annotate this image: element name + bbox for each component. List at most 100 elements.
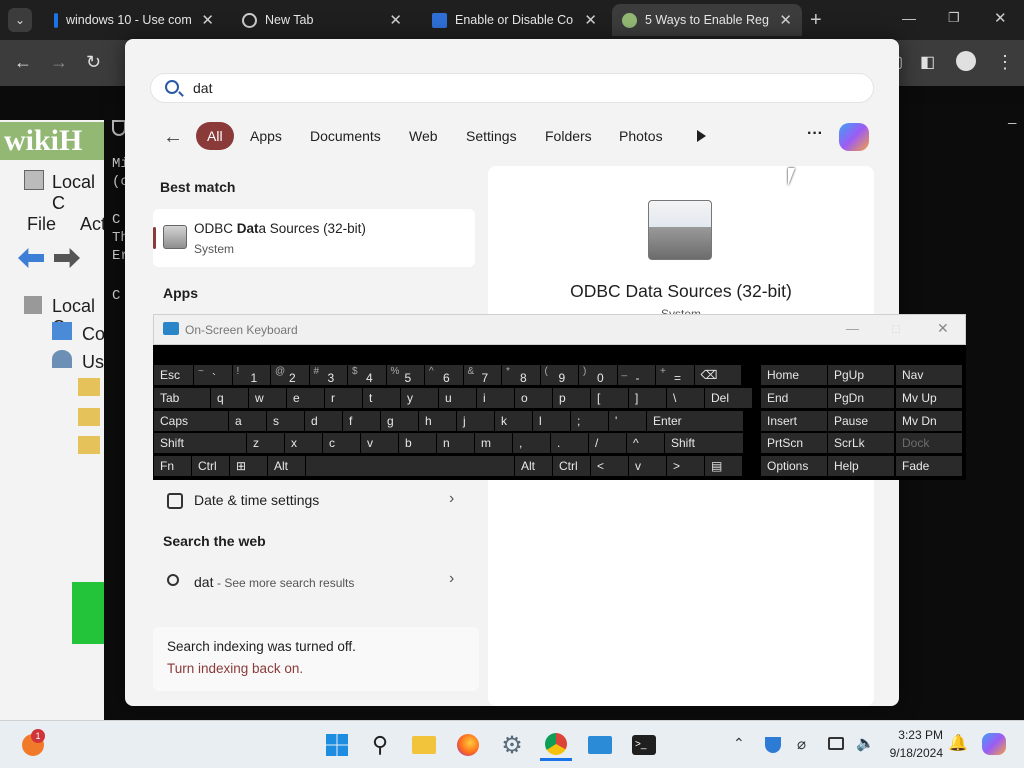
osk-key[interactable]: . — [551, 433, 588, 453]
osk-key[interactable]: _ - — [617, 365, 655, 385]
restore-button[interactable]: ❐ — [948, 10, 960, 26]
osk-key[interactable]: p — [553, 388, 590, 408]
osk-key[interactable]: + = — [656, 365, 694, 385]
osk-key[interactable]: x — [285, 433, 322, 453]
menu-icon[interactable]: ⋮ — [996, 52, 1014, 73]
osk-key[interactable]: e — [287, 388, 324, 408]
osk-nav-key[interactable]: Home — [761, 365, 827, 385]
osk-nav-key[interactable]: Options — [761, 456, 827, 476]
back-icon[interactable]: ← — [14, 52, 32, 73]
settings-gear-icon[interactable]: ⚙ — [496, 729, 528, 761]
back-arrow-icon[interactable] — [18, 248, 44, 268]
osk-nav-key[interactable]: PgDn — [828, 388, 894, 408]
new-tab-button[interactable]: + — [810, 9, 822, 32]
indexing-link[interactable]: Turn indexing back on. — [167, 661, 303, 676]
osk-key[interactable]: g — [381, 411, 418, 431]
osk-key[interactable]: (9 — [540, 365, 578, 385]
osk-key[interactable]: % 5 — [386, 365, 424, 385]
osk-nav-key[interactable]: Help — [828, 456, 894, 476]
filter-apps[interactable]: Apps — [239, 122, 293, 150]
osk-key[interactable]: Shift — [154, 433, 246, 453]
more-options-button[interactable]: ··· — [807, 125, 823, 143]
osk-key[interactable]: Ctrl — [553, 456, 590, 476]
osk-key[interactable]: > — [667, 456, 704, 476]
network-icon[interactable]: ⌀ — [797, 735, 806, 753]
osk-close[interactable]: ✕ — [937, 320, 949, 337]
osk-nav-key[interactable]: Insert — [761, 411, 827, 431]
clock-date[interactable]: 9/18/2024 — [880, 746, 943, 760]
terminal-minimize[interactable]: — — [1008, 116, 1016, 132]
display-icon[interactable] — [828, 737, 844, 750]
search-taskbar-icon[interactable]: ⚲ — [364, 729, 396, 761]
copilot-taskbar-icon[interactable] — [982, 733, 1006, 755]
osk-key[interactable]: c — [323, 433, 360, 453]
osk-key[interactable]: ⊞ — [230, 456, 267, 476]
close-tab-icon[interactable]: ✕ — [201, 11, 214, 29]
osk-nav-key[interactable]: Nav — [896, 365, 962, 385]
osk-key[interactable]: ] — [629, 388, 666, 408]
osk-key[interactable]: Caps — [154, 411, 228, 431]
menu-file[interactable]: File — [27, 214, 56, 235]
osk-key[interactable]: r — [325, 388, 362, 408]
osk-key[interactable]: ! 1 — [232, 365, 270, 385]
filter-documents[interactable]: Documents — [299, 122, 392, 150]
close-tab-icon[interactable]: ✕ — [584, 11, 597, 29]
osk-key[interactable]: u — [439, 388, 476, 408]
close-window-button[interactable]: ✕ — [994, 9, 1007, 27]
osk-key[interactable]: & 7 — [463, 365, 501, 385]
osk-nav-key[interactable]: ScrLk — [828, 433, 894, 453]
notification-bell-icon[interactable]: 🔔 — [948, 733, 968, 753]
osk-key[interactable]: l — [533, 411, 570, 431]
osk-key[interactable]: #3 — [309, 365, 347, 385]
osk-key[interactable]: ; — [571, 411, 608, 431]
osk-key[interactable]: k — [495, 411, 532, 431]
chrome-icon[interactable] — [540, 729, 572, 761]
clock-time[interactable]: 3:23 PM — [887, 728, 943, 742]
osk-key[interactable]: f — [343, 411, 380, 431]
profile-icon[interactable] — [956, 51, 976, 71]
browser-tab-active[interactable]: 5 Ways to Enable Reg ✕ — [612, 4, 802, 36]
file-explorer-icon[interactable] — [408, 729, 440, 761]
osk-key[interactable]: b — [399, 433, 436, 453]
osk-key[interactable]: z — [247, 433, 284, 453]
search-input[interactable]: dat — [150, 73, 874, 103]
browser-tab[interactable]: New Tab ✕ — [232, 4, 412, 36]
tree-item-us[interactable]: Us — [82, 352, 104, 373]
osk-key[interactable]: ^ — [627, 433, 664, 453]
osk-key[interactable]: o — [515, 388, 552, 408]
defender-icon[interactable] — [765, 737, 781, 753]
firefox-icon[interactable] — [452, 729, 484, 761]
start-windows-icon[interactable] — [321, 729, 353, 761]
osk-key[interactable]: $4 — [348, 365, 386, 385]
osk-nav-key[interactable]: PgUp — [828, 365, 894, 385]
osk-nav-key[interactable]: Fade — [896, 456, 962, 476]
osk-key[interactable]: Del — [705, 388, 752, 408]
tray-chevron-up-icon[interactable]: ⌃ — [733, 735, 745, 752]
copilot-icon[interactable] — [839, 123, 869, 151]
close-tab-icon[interactable]: ✕ — [389, 11, 402, 29]
reload-icon[interactable]: ↻ — [86, 52, 101, 73]
osk-key[interactable]: [ — [591, 388, 628, 408]
osk-key[interactable]: Ctrl — [192, 456, 229, 476]
osk-key[interactable]: ~ ` — [194, 365, 232, 385]
osk-key[interactable]: Fn — [154, 456, 191, 476]
osk-key[interactable]: Alt — [515, 456, 552, 476]
osk-key[interactable]: / — [589, 433, 626, 453]
browser-tab[interactable]: Enable or Disable Co ✕ — [422, 4, 607, 36]
browser-tab[interactable]: windows 10 - Use com ✕ — [44, 4, 224, 36]
tab-search-button[interactable]: ⌄ — [8, 8, 32, 32]
osk-key[interactable]: , — [513, 433, 550, 453]
filter-folders[interactable]: Folders — [534, 122, 603, 150]
osk-nav-key[interactable]: Pause — [828, 411, 894, 431]
volume-icon[interactable]: 🔈 — [856, 734, 875, 752]
osk-nav-key[interactable]: End — [761, 388, 827, 408]
best-match-item[interactable]: ODBC Data Sources (32-bit) System — [153, 209, 475, 267]
osk-key[interactable]: ^ 6 — [425, 365, 463, 385]
osk-nav-key[interactable]: Mv Up — [896, 388, 962, 408]
osk-key[interactable]: v — [361, 433, 398, 453]
osk-key[interactable]: i — [477, 388, 514, 408]
back-icon[interactable]: ← — [163, 126, 183, 149]
settings-item[interactable]: Date & time settings › — [153, 483, 475, 519]
osk-key[interactable]: \ — [667, 388, 704, 408]
osk-nav-key[interactable]: PrtScn — [761, 433, 827, 453]
